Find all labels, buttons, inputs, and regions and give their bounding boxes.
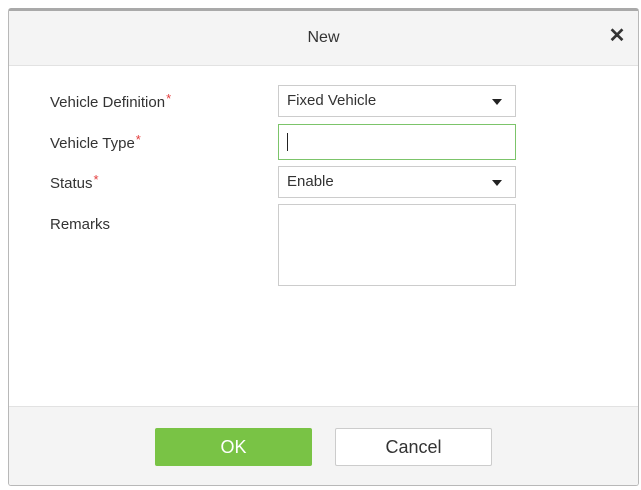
required-marker: * [135, 132, 141, 147]
vehicle-type-label-text: Vehicle Type [50, 135, 135, 152]
vehicle-definition-value: Fixed Vehicle [287, 92, 377, 109]
chevron-down-icon [492, 99, 502, 105]
status-value: Enable [287, 173, 334, 190]
vehicle-definition-select[interactable]: Fixed Vehicle [278, 85, 516, 117]
dialog-title: New [307, 29, 340, 46]
dialog-titlebar: New ✕ [9, 11, 638, 66]
vehicle-type-input[interactable] [278, 124, 516, 160]
status-select[interactable]: Enable [278, 166, 516, 198]
required-marker: * [93, 172, 99, 187]
close-icon[interactable]: ✕ [606, 25, 628, 47]
vehicle-definition-label-text: Vehicle Definition [50, 94, 166, 111]
required-marker: * [166, 91, 172, 106]
dialog-footer: OK Cancel [9, 406, 638, 485]
ok-button[interactable]: OK [155, 428, 312, 466]
status-label: Status* [50, 172, 99, 192]
cancel-button[interactable]: Cancel [335, 428, 492, 466]
vehicle-definition-label: Vehicle Definition* [50, 91, 172, 111]
remarks-textarea[interactable] [278, 204, 516, 286]
new-vehicle-dialog: New ✕ Vehicle Definition* Fixed Vehicle … [8, 8, 639, 486]
vehicle-type-label: Vehicle Type* [50, 132, 141, 152]
remarks-label: Remarks [50, 216, 111, 233]
text-cursor [287, 133, 288, 151]
status-label-text: Status [50, 175, 93, 192]
chevron-down-icon [492, 180, 502, 186]
